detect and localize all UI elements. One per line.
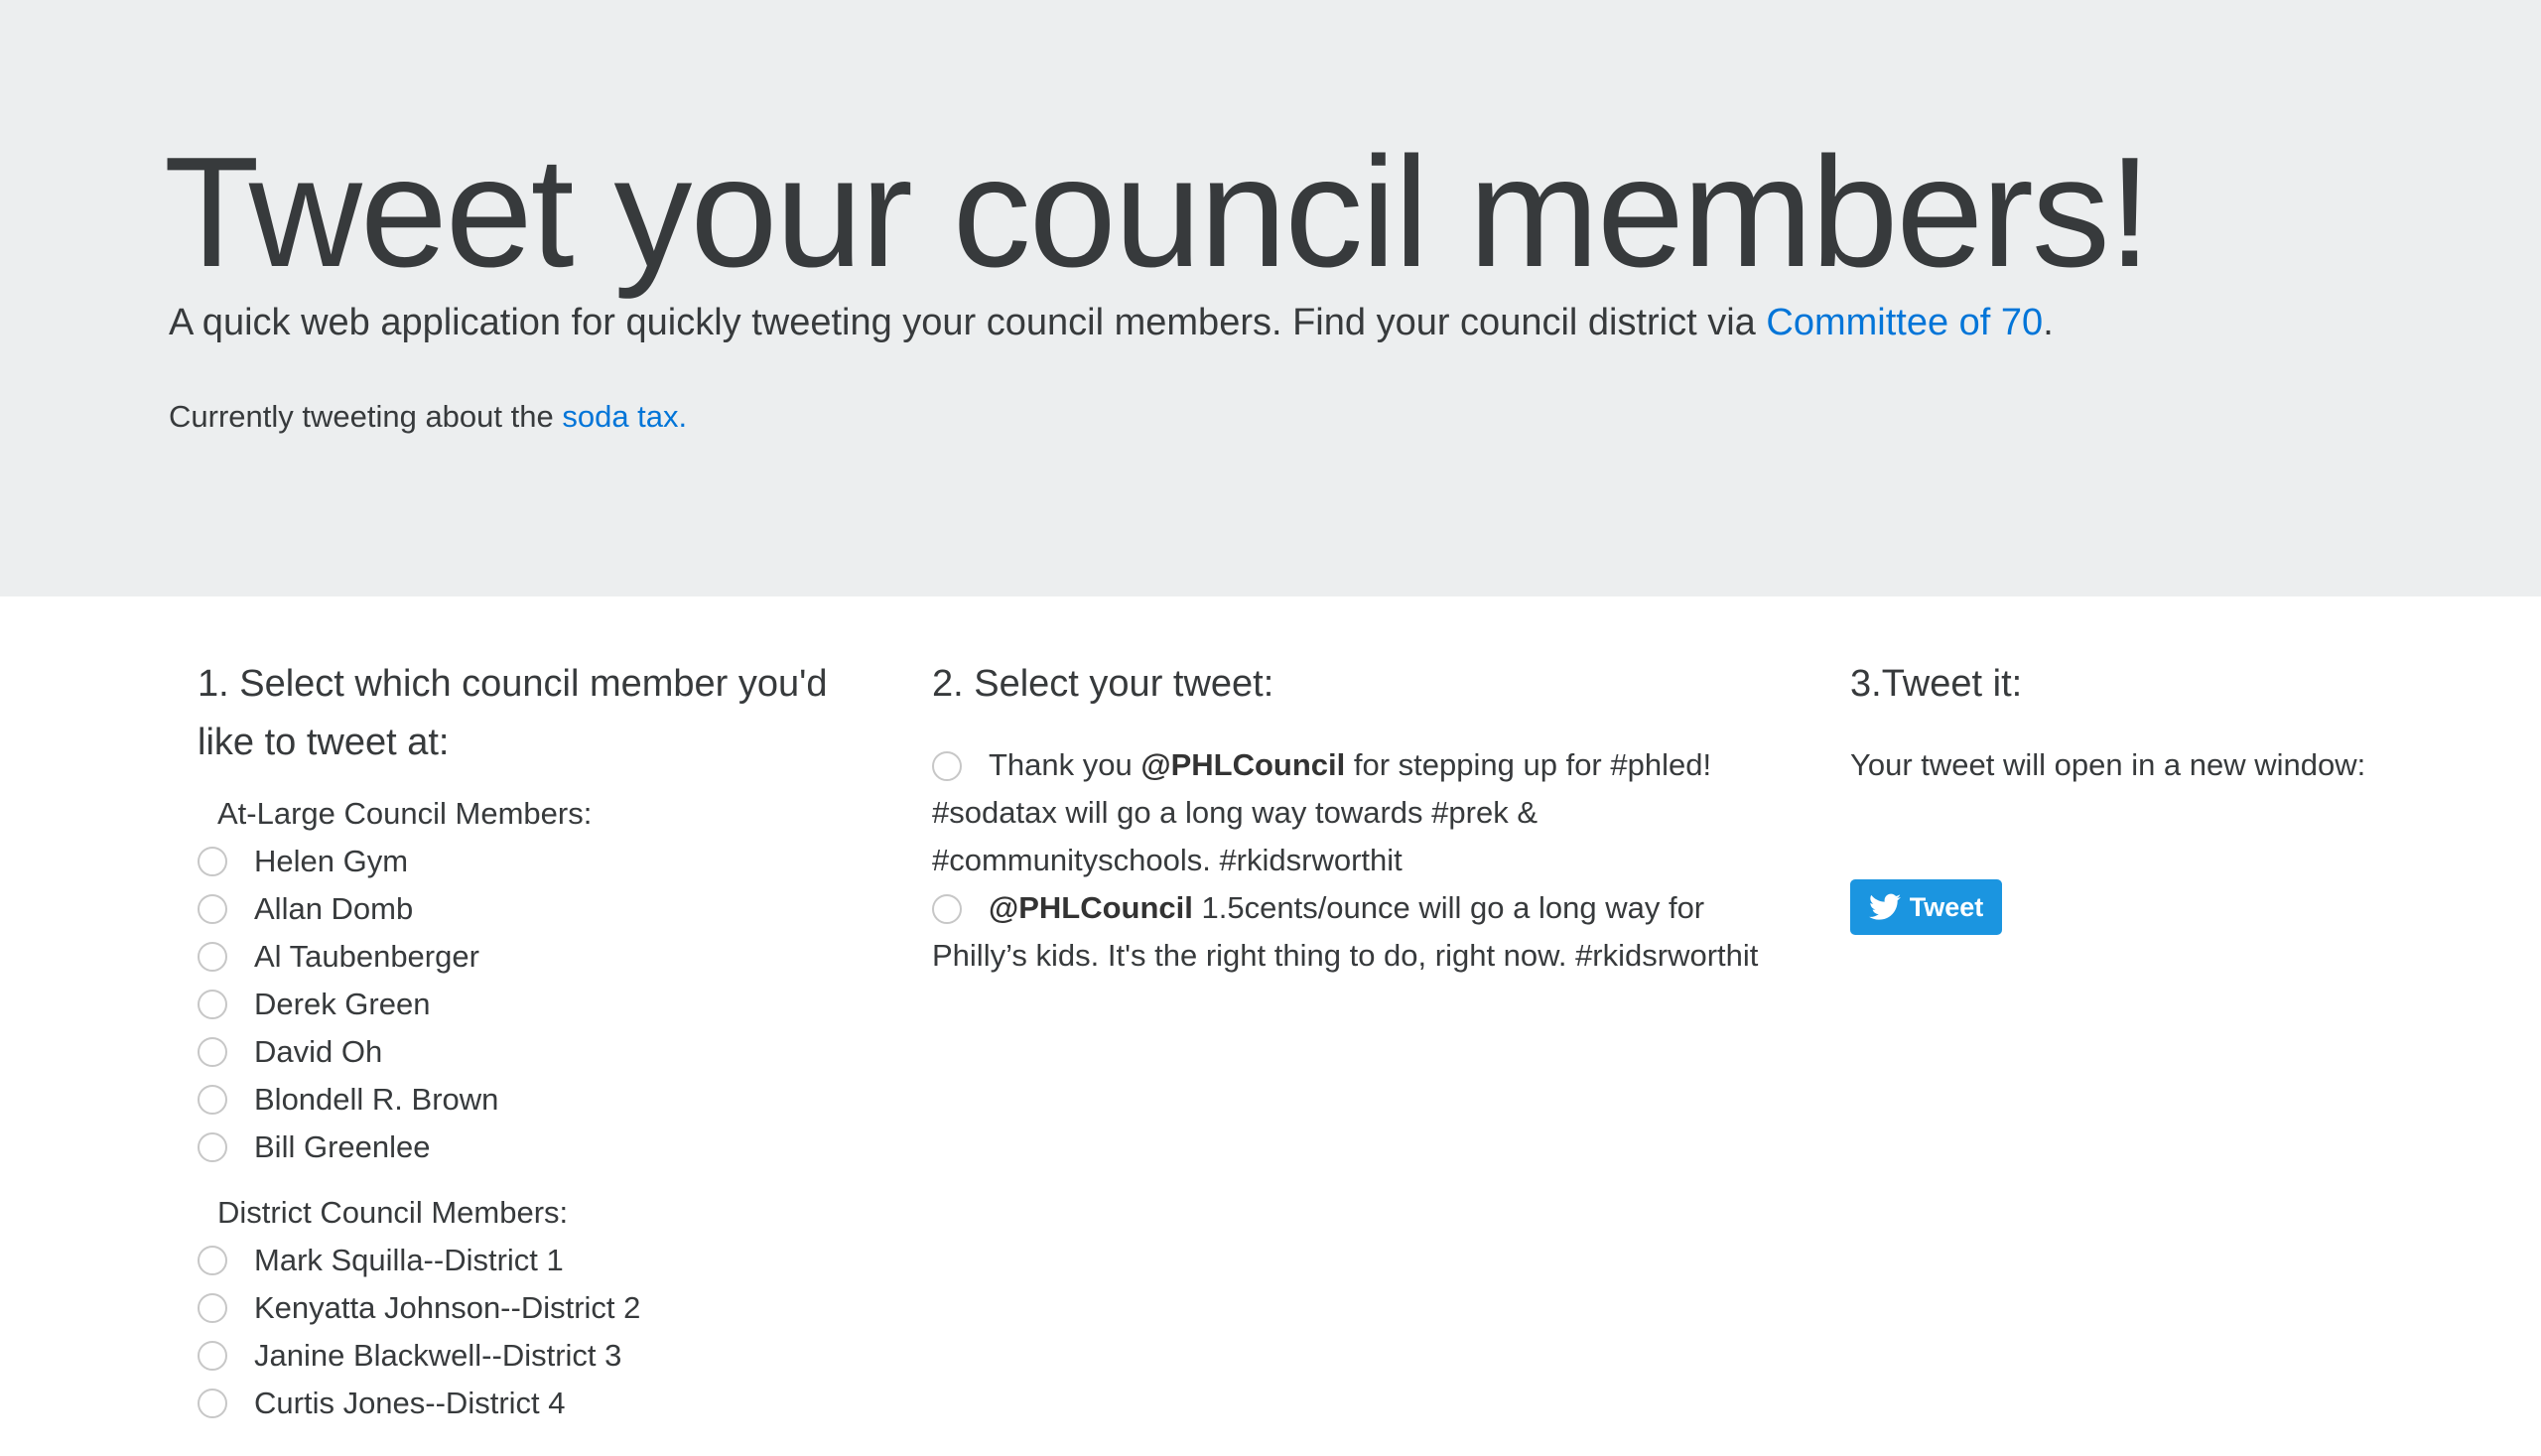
member-name: Kenyatta Johnson--District 2 (254, 1290, 641, 1325)
committee-of-70-link[interactable]: Committee of 70 (1766, 302, 2043, 343)
member-name: Janine Blackwell--District 3 (254, 1338, 622, 1373)
member-option[interactable]: Mark Squilla--District 1 (198, 1237, 872, 1284)
member-radio[interactable] (198, 847, 227, 876)
member-option[interactable]: Janine Blackwell--District 3 (198, 1332, 872, 1380)
tweet-option[interactable]: Thank you @PHLCouncil for stepping up fo… (932, 741, 1766, 884)
at-large-label: At-Large Council Members: (217, 796, 593, 831)
tweet-radio[interactable] (932, 894, 962, 924)
twitter-bird-icon (1868, 893, 1901, 920)
member-name: Helen Gym (254, 844, 409, 878)
member-name: Derek Green (254, 987, 431, 1021)
member-radio[interactable] (198, 1341, 227, 1371)
lead-text: A quick web application for quickly twee… (169, 301, 2054, 346)
tweet-button[interactable]: Tweet (1850, 879, 2002, 935)
step2-heading: 2. Select your tweet: (932, 663, 1274, 705)
tweet-handle: @PHLCouncil (989, 890, 1193, 925)
tweet-button-label: Tweet (1909, 891, 1984, 922)
lead-period: . (2043, 302, 2054, 343)
member-radio[interactable] (198, 1085, 227, 1115)
member-option[interactable]: Bill Greenlee (198, 1124, 872, 1171)
page-title: Tweet your council members! (164, 125, 2152, 300)
soda-tax-link[interactable]: soda tax. (562, 399, 687, 434)
member-name: Al Taubenberger (254, 939, 479, 974)
member-radio[interactable] (198, 990, 227, 1019)
member-radio[interactable] (198, 1293, 227, 1323)
tweet-option[interactable]: @PHLCouncil 1.5cents/ounce will go a lon… (932, 884, 1766, 980)
jumbotron-header: Tweet your council members! A quick web … (0, 0, 2541, 596)
member-name: David Oh (254, 1034, 383, 1069)
member-name: Curtis Jones--District 4 (254, 1386, 566, 1420)
member-radio[interactable] (198, 1246, 227, 1275)
tweet-radio[interactable] (932, 751, 962, 781)
member-name: Blondell R. Brown (254, 1082, 499, 1117)
member-option[interactable]: Al Taubenberger (198, 933, 872, 981)
member-radio[interactable] (198, 894, 227, 924)
member-option[interactable]: Allan Domb (198, 885, 872, 933)
member-radio[interactable] (198, 1037, 227, 1067)
at-large-list: Helen Gym Allan Domb Al Taubenberger Derek … (198, 838, 872, 1171)
current-topic-text: Currently tweeting about the (169, 399, 563, 434)
member-option[interactable]: Blondell R. Brown (198, 1076, 872, 1124)
member-option[interactable]: Derek Green (198, 981, 872, 1028)
new-window-info: Your tweet will open in a new window: (1850, 747, 2366, 782)
member-option[interactable]: Helen Gym (198, 838, 872, 885)
tweet-it-column: 3.Tweet it: Your tweet will open in a ne… (1850, 655, 2406, 935)
step1-heading: 1. Select which council member you'd lik… (198, 663, 828, 763)
current-topic: Currently tweeting about the soda tax. (169, 398, 687, 435)
member-name: Allan Domb (254, 891, 414, 926)
member-option[interactable]: Curtis Jones--District 4 (198, 1380, 872, 1427)
tweet-text-pre: Thank you (989, 747, 1141, 782)
member-radio[interactable] (198, 1389, 227, 1418)
member-radio[interactable] (198, 1132, 227, 1162)
member-option[interactable]: Kenyatta Johnson--District 2 (198, 1284, 872, 1332)
member-name: Mark Squilla--District 1 (254, 1243, 564, 1277)
tweet-handle: @PHLCouncil (1140, 747, 1346, 782)
member-option[interactable]: David Oh (198, 1028, 872, 1076)
select-tweet-column: 2. Select your tweet: Thank you @PHLCoun… (932, 655, 1766, 980)
select-member-column: 1. Select which council member you'd lik… (198, 655, 872, 1427)
lead-description: A quick web application for quickly twee… (169, 302, 1767, 343)
step3-heading: 3.Tweet it: (1850, 663, 2023, 705)
member-radio[interactable] (198, 942, 227, 972)
member-name: Bill Greenlee (254, 1129, 431, 1164)
district-label: District Council Members: (217, 1195, 569, 1230)
district-list: Mark Squilla--District 1 Kenyatta Johnson… (198, 1237, 872, 1427)
tweet-options: Thank you @PHLCouncil for stepping up fo… (932, 741, 1766, 980)
